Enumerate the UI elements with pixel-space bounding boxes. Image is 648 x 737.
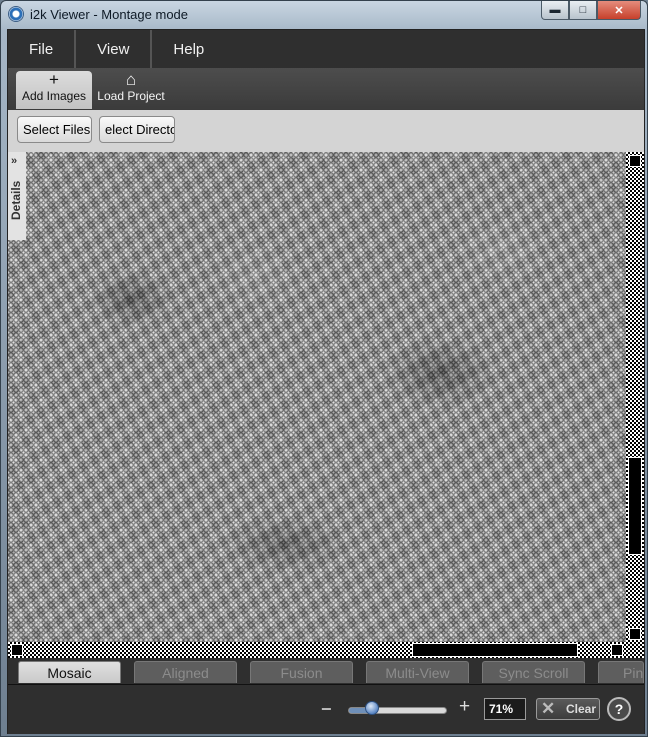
house-icon: ⌂ <box>125 70 137 89</box>
toolbar: + Add Images ⌂ Load Project <box>8 68 644 110</box>
menu-file[interactable]: File <box>8 30 77 68</box>
clear-label: Clear <box>566 702 597 716</box>
scroll-down-button[interactable] <box>629 628 641 640</box>
tab-multi-view[interactable]: Multi-View <box>366 661 469 683</box>
view-mode-tabs: Mosaic Aligned Fusion Multi-View Sync Sc… <box>8 658 644 684</box>
menu-help[interactable]: Help <box>152 30 225 68</box>
close-icon: ✕ <box>541 699 556 718</box>
plus-icon: + <box>49 70 59 89</box>
zoom-in-icon[interactable]: + <box>459 696 470 718</box>
scroll-left-button[interactable] <box>11 644 23 656</box>
scroll-up-button[interactable] <box>629 155 641 167</box>
horizontal-scrollbar[interactable] <box>8 642 626 658</box>
minimize-button[interactable]: ▬ <box>541 1 569 20</box>
maximize-button[interactable]: □ <box>569 1 597 20</box>
status-bar: − + 71% ✕ Clear ? <box>8 684 644 734</box>
select-files-button[interactable]: Select Files <box>17 116 92 143</box>
zoom-slider[interactable] <box>348 707 447 714</box>
tab-sync-scroll[interactable]: Sync Scroll <box>482 661 585 683</box>
menu-view[interactable]: View <box>76 30 153 68</box>
tab-mosaic[interactable]: Mosaic <box>18 661 121 683</box>
app-logo-icon <box>8 6 24 22</box>
tab-pin[interactable]: Pin <box>598 661 644 683</box>
zoom-slider-handle[interactable] <box>364 701 379 715</box>
help-button[interactable]: ? <box>607 697 631 721</box>
horizontal-scroll-thumb[interactable] <box>412 643 578 657</box>
add-images-panel: Select Files elect Directo <box>8 110 644 152</box>
add-images-label: Add Images <box>21 89 87 103</box>
add-images-button[interactable]: + Add Images <box>16 71 92 109</box>
client-area: File View Help + Add Images ⌂ Load Proje… <box>7 29 645 734</box>
montage-image[interactable] <box>8 152 626 642</box>
menu-bar: File View Help <box>8 30 644 68</box>
app-window: i2k Viewer - Montage mode ▬ □ ✕ File Vie… <box>0 0 648 737</box>
select-directory-button[interactable]: elect Directo <box>99 116 175 143</box>
zoom-level-field[interactable]: 71% <box>484 698 526 720</box>
vertical-scroll-thumb[interactable] <box>628 457 642 555</box>
vertical-scrollbar[interactable] <box>626 152 644 658</box>
clear-button[interactable]: ✕ Clear <box>536 698 600 720</box>
zoom-out-icon[interactable]: − <box>321 699 332 720</box>
window-title: i2k Viewer - Montage mode <box>30 7 189 22</box>
tab-aligned[interactable]: Aligned <box>134 661 237 683</box>
image-viewer[interactable]: » Details <box>8 152 644 658</box>
load-project-button[interactable]: ⌂ Load Project <box>94 71 168 109</box>
details-tab-label: Details <box>9 180 23 220</box>
title-bar[interactable]: i2k Viewer - Montage mode ▬ □ ✕ <box>1 1 647 29</box>
details-panel-tab[interactable]: » Details <box>8 152 26 240</box>
tab-fusion[interactable]: Fusion <box>250 661 353 683</box>
load-project-label: Load Project <box>97 89 165 103</box>
close-button[interactable]: ✕ <box>597 1 641 20</box>
chevron-right-icon: » <box>11 155 18 167</box>
scroll-right-button[interactable] <box>611 644 623 656</box>
